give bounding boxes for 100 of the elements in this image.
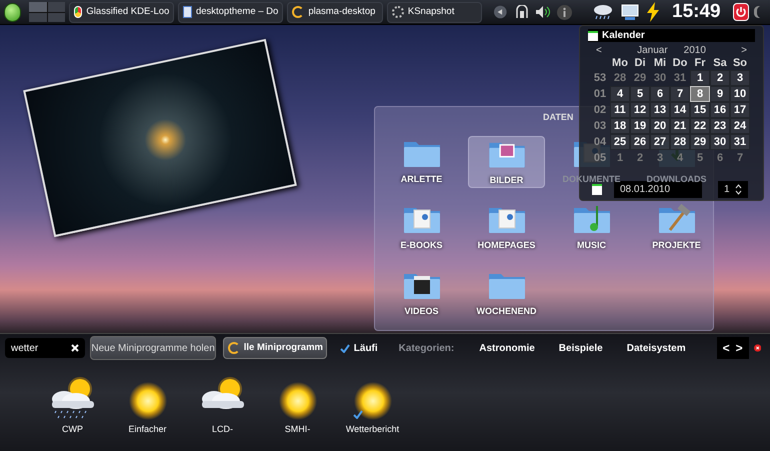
weekday-label: Fr [694, 57, 706, 70]
day-cell[interactable]: 15 [690, 102, 710, 118]
task-button[interactable]: plasma-desktop [287, 2, 383, 22]
task-button[interactable]: KSnapshot [386, 2, 482, 22]
browser-icon [74, 6, 82, 18]
day-cell[interactable]: 11 [610, 102, 630, 118]
date-field[interactable]: 08.01.2010 [614, 181, 702, 198]
folder-item[interactable]: E-BOOKS [383, 202, 460, 254]
day-cell[interactable]: 18 [610, 118, 630, 134]
network-icon[interactable] [515, 5, 529, 19]
year-label[interactable]: 2010 [684, 43, 706, 58]
day-cell[interactable]: 26 [630, 134, 650, 150]
widget-item[interactable]: Einfacher [110, 376, 185, 436]
spin-arrows-icon[interactable] [735, 184, 742, 195]
category-tab[interactable]: Dateisystem [626, 340, 686, 356]
close-icon[interactable] [754, 342, 761, 354]
widget-title: Kalender [602, 29, 645, 43]
weekday-label: So [732, 57, 748, 70]
day-cell[interactable]: 25 [610, 134, 630, 150]
day-cell[interactable]: 31 [670, 70, 690, 86]
weather-icon[interactable] [592, 2, 614, 22]
day-cell[interactable]: 7 [670, 86, 690, 102]
folder-item[interactable]: HOMEPAGES [468, 202, 545, 254]
day-cell[interactable]: 30 [650, 70, 670, 86]
task-button[interactable]: desktoptheme – Do [178, 2, 284, 22]
day-cell[interactable]: 16 [710, 102, 730, 118]
widget-label: CWP [62, 422, 83, 436]
month-label[interactable]: Januar [637, 43, 668, 58]
launcher-icon[interactable] [4, 2, 22, 22]
folder-label: HOMEPAGES [478, 239, 536, 252]
weekday-label: Sa [712, 57, 728, 70]
day-cell[interactable]: 6 [650, 86, 670, 102]
folder-item[interactable]: ARLETTE [383, 136, 460, 188]
lightning-icon[interactable] [646, 2, 660, 22]
day-cell[interactable]: 19 [630, 118, 650, 134]
get-new-widgets-button[interactable]: Neue Miniprogramme holen [90, 336, 216, 360]
day-cell[interactable]: 17 [730, 102, 750, 118]
category-tab[interactable]: Astronomie [479, 340, 535, 356]
folder-label: ARLETTE [400, 173, 442, 186]
day-cell[interactable]: 24 [730, 118, 750, 134]
day-cell[interactable]: 29 [630, 70, 650, 86]
clock[interactable]: 15:49 [672, 0, 721, 26]
widget-item[interactable]: CWP [35, 376, 110, 436]
folder-item[interactable]: VIDEOS [383, 268, 460, 320]
running-filter-toggle[interactable]: Läufi [340, 340, 378, 356]
widget-label: LCD- [212, 422, 233, 436]
day-cell[interactable]: 22 [690, 118, 710, 134]
day-cell[interactable]: 27 [650, 134, 670, 150]
sun-icon [128, 380, 168, 420]
volume-icon[interactable] [535, 5, 551, 19]
day-cell[interactable]: 4 [610, 86, 630, 102]
day-cell[interactable]: 9 [710, 86, 730, 102]
week-number: 02 [592, 103, 608, 118]
day-cell[interactable]: 1 [690, 70, 710, 86]
day-cell[interactable]: 29 [690, 134, 710, 150]
monitor-icon[interactable] [620, 2, 640, 22]
search-field[interactable]: wetter [5, 338, 86, 358]
widget-item[interactable]: Wetterbericht [335, 376, 410, 436]
day-cell[interactable]: 23 [710, 118, 730, 134]
scroll-right-button[interactable]: > [736, 339, 743, 357]
arrow-left-icon[interactable] [494, 5, 507, 19]
weekday-label: Mi [652, 57, 668, 70]
day-cell[interactable]: 30 [710, 134, 730, 150]
task-button[interactable]: Glassified KDE-Loo [69, 2, 174, 22]
folder-label: WOCHENEND [476, 305, 536, 318]
day-cell[interactable]: 31 [730, 134, 750, 150]
info-icon[interactable] [557, 4, 572, 20]
day-cell[interactable]: 21 [670, 118, 690, 134]
folder-item[interactable]: WOCHENEND [468, 268, 545, 320]
category-tab[interactable]: Beispiele [558, 340, 603, 356]
power-icon[interactable] [732, 3, 750, 21]
week-spinbox[interactable]: 1 [718, 181, 748, 198]
widget-item[interactable]: SMHI- [260, 376, 335, 436]
week-number: 03 [592, 119, 608, 134]
scroll-left-button[interactable]: < [722, 339, 730, 357]
filter-button[interactable]: lle Miniprogramm [222, 337, 327, 359]
weekday-label: Di [634, 57, 646, 70]
widget-label: SMHI- [284, 422, 310, 436]
pager[interactable] [29, 2, 66, 22]
day-cell[interactable]: 10 [730, 86, 750, 102]
day-cell[interactable]: 13 [650, 102, 670, 118]
next-month-button[interactable]: > [741, 43, 747, 58]
day-cell[interactable]: 20 [650, 118, 670, 134]
plasma-icon [292, 6, 304, 18]
day-cell[interactable]: 14 [670, 102, 690, 118]
folder-item[interactable]: PROJEKTE [638, 202, 715, 254]
previous-month-button[interactable]: < [596, 43, 602, 58]
widget-label: Einfacher [128, 422, 167, 436]
clear-icon[interactable] [71, 344, 80, 352]
widget-item[interactable]: LCD- [185, 376, 260, 436]
plasma-icon [228, 342, 240, 354]
folder-item[interactable]: MUSIC [553, 202, 630, 254]
day-cell[interactable]: 2 [710, 70, 730, 86]
day-cell[interactable]: 12 [630, 102, 650, 118]
folder-label: BILDER [490, 174, 524, 186]
day-cell[interactable]: 28 [670, 134, 690, 150]
day-cell[interactable]: 3 [730, 70, 750, 86]
day-cell[interactable]: 28 [610, 70, 630, 86]
day-cell[interactable]: 8 [690, 86, 710, 102]
day-cell[interactable]: 5 [630, 86, 650, 102]
